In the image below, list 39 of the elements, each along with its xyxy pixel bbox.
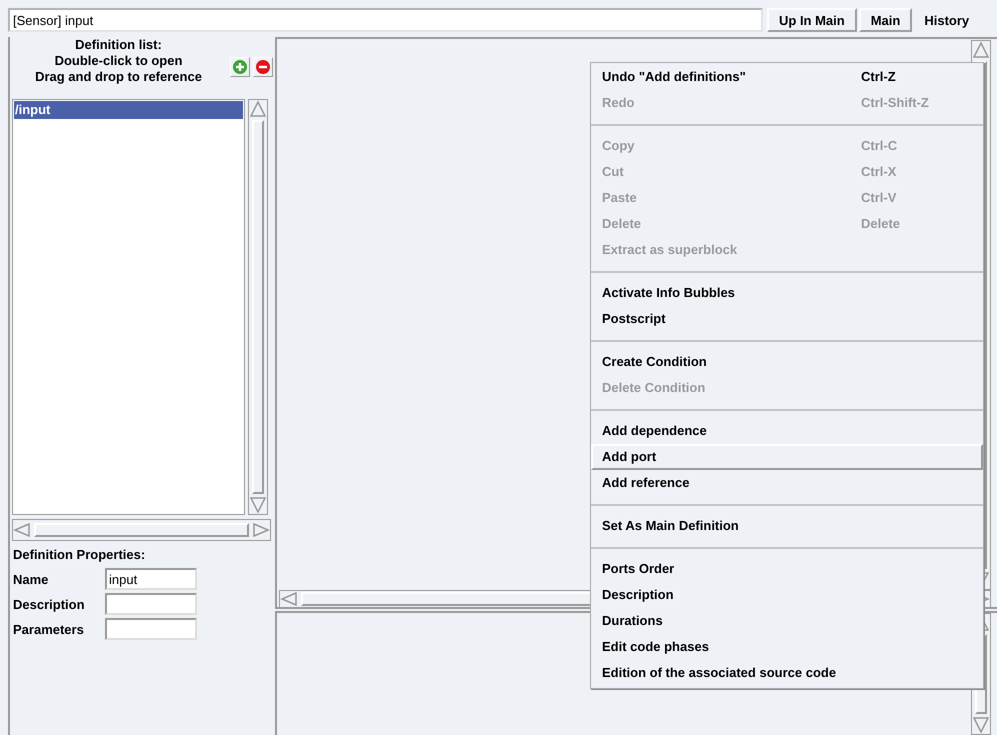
scroll-up-icon[interactable] <box>249 100 267 118</box>
scroll-left-icon[interactable] <box>13 522 31 538</box>
scroll-down-icon[interactable] <box>972 716 990 734</box>
nav-button[interactable]: History <box>914 8 980 32</box>
nav-button[interactable]: Main <box>858 8 912 32</box>
menu-item[interactable]: Add dependence <box>591 418 983 444</box>
menu-item[interactable]: Description <box>591 582 983 608</box>
minus-icon <box>256 60 270 74</box>
nav-button[interactable]: Up In Main <box>767 8 857 32</box>
property-field[interactable]: input <box>105 568 197 590</box>
menu-item[interactable]: Set As Main Definition <box>591 513 983 539</box>
scroll-up-icon[interactable] <box>972 41 990 59</box>
property-label: Parameters <box>13 622 85 636</box>
remove-button[interactable] <box>253 57 273 77</box>
definition-list-heading: Definition list: Double-click to open Drag and drop to reference <box>34 37 203 85</box>
menu-item[interactable]: Ports Order <box>591 556 983 582</box>
menu-item[interactable]: Durations <box>591 608 983 634</box>
menu-item[interactable]: Activate Info Bubbles <box>591 280 983 306</box>
menu-item[interactable]: Add port <box>591 444 983 470</box>
menu-item[interactable]: Postscript <box>591 306 983 332</box>
scroll-down-icon[interactable] <box>249 496 267 514</box>
plus-icon <box>233 60 247 74</box>
menu-item[interactable]: Undo "Add definitions" Ctrl-Z <box>591 64 983 90</box>
property-label: Description <box>13 596 86 612</box>
title-field[interactable]: [Sensor] input <box>8 8 763 32</box>
scroll-right-icon[interactable] <box>252 522 270 538</box>
add-button[interactable] <box>230 57 250 77</box>
menu-item[interactable]: Edition of the associated source code <box>591 660 983 686</box>
menu-item[interactable]: Add reference <box>591 470 983 496</box>
definition-item[interactable]: /input <box>14 101 243 119</box>
scroll-left-icon[interactable] <box>280 591 298 607</box>
menu-item[interactable]: Create Condition <box>591 349 983 375</box>
property-field[interactable] <box>105 618 197 640</box>
vertical-scrollbar[interactable] <box>248 99 268 515</box>
properties-heading: Definition Properties: <box>13 547 146 562</box>
property-label: Name <box>13 572 50 586</box>
horizontal-scrollbar[interactable] <box>12 519 271 541</box>
menu-item[interactable]: Edit code phases <box>591 634 983 660</box>
property-field[interactable] <box>105 593 197 615</box>
